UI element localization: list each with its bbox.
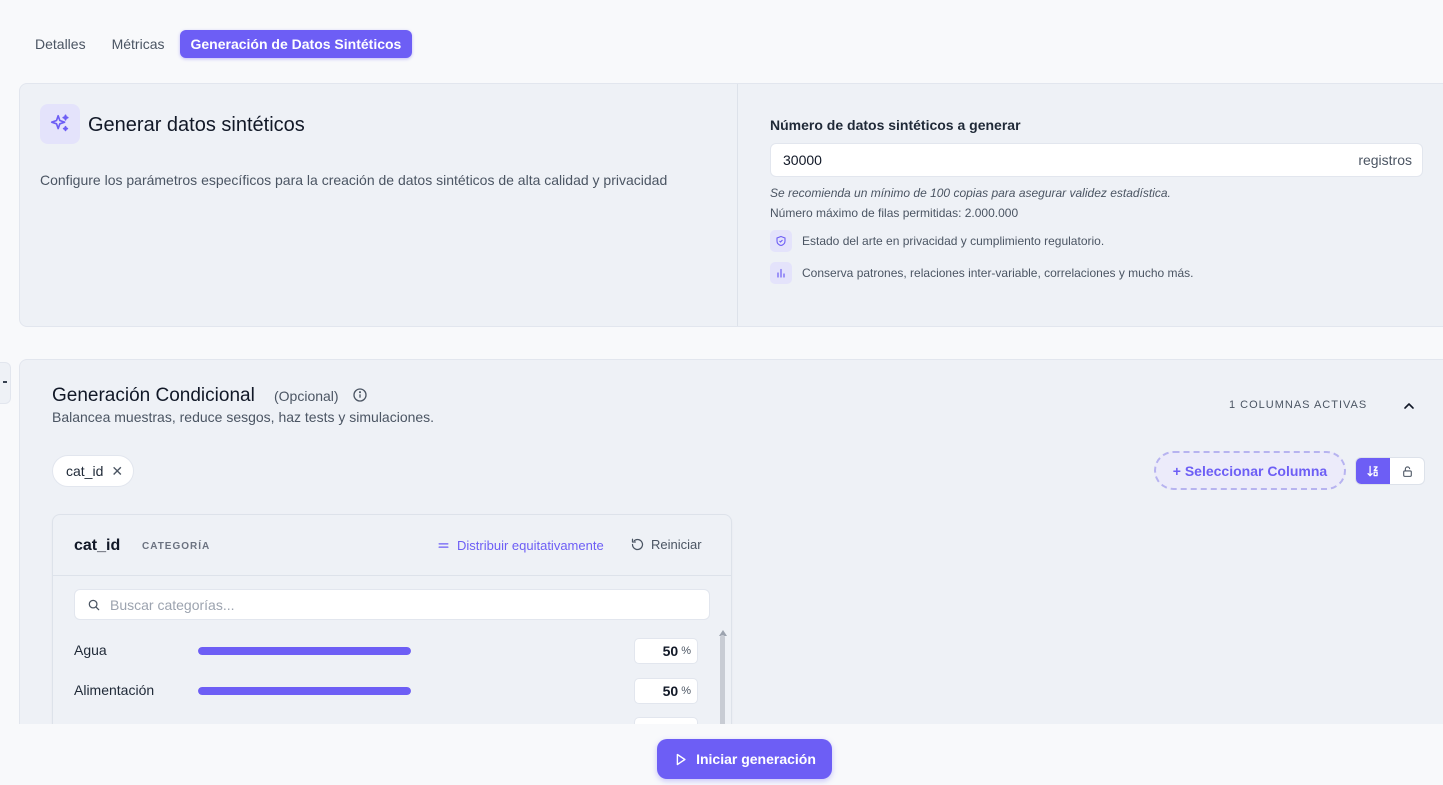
category-search-input[interactable] <box>110 596 700 613</box>
category-slider-fill <box>198 687 411 695</box>
start-generation-label: Iniciar generación <box>696 751 816 767</box>
conditional-card: Generación Condicional (Opcional) Balanc… <box>19 359 1443 726</box>
sparkles-icon <box>40 104 80 144</box>
feature-privacy: Estado del arte en privacidad y cumplimi… <box>770 230 1428 252</box>
column-chip-label: cat_id <box>66 463 104 479</box>
column-name: cat_id <box>74 537 121 554</box>
play-icon <box>676 753 686 765</box>
count-input[interactable]: 30000 registros <box>770 143 1423 177</box>
search-icon <box>88 599 100 610</box>
chevron-up-icon[interactable] <box>1401 398 1417 419</box>
bar-chart-icon <box>770 262 792 284</box>
tab-bar: Detalles Métricas Generación de Datos Si… <box>24 30 413 58</box>
category-percent-input[interactable]: 50 % <box>634 638 698 664</box>
generate-title: Generar datos sintéticos <box>88 114 305 136</box>
active-columns-count: 1 COLUMNAS ACTIVAS <box>1229 399 1368 411</box>
lock-icon[interactable] <box>1390 458 1424 484</box>
category-label: Alimentación <box>74 682 155 698</box>
percent-sign: % <box>681 645 691 657</box>
tab-generacion-datos-sinteticos[interactable]: Generación de Datos Sintéticos <box>179 30 413 58</box>
category-slider[interactable] <box>198 647 411 655</box>
close-icon[interactable]: ✕ <box>111 463 123 480</box>
generate-settings: Número de datos sintéticos a generar 300… <box>738 84 1443 326</box>
category-percent-input[interactable]: 50 % <box>634 678 698 704</box>
column-chip[interactable]: cat_id ✕ <box>52 455 135 487</box>
category-slider-fill <box>198 647 411 655</box>
generate-card: Generar datos sintéticos Configure los p… <box>19 83 1443 327</box>
reset-label: Reiniciar <box>651 537 702 552</box>
tab-metricas[interactable]: Métricas <box>101 30 176 58</box>
shield-icon <box>770 230 792 252</box>
category-row: Alimentación 50 % <box>74 678 698 704</box>
count-unit: registros <box>1358 152 1412 168</box>
category-slider[interactable] <box>198 687 411 695</box>
category-search <box>74 589 710 620</box>
info-icon[interactable] <box>352 387 368 408</box>
column-detail-card: cat_id CATEGORÍA Distribuir equitativame… <box>52 514 732 726</box>
side-panel-handle[interactable] <box>0 362 11 404</box>
reset-icon <box>631 538 644 551</box>
distribute-evenly-label: Distribuir equitativamente <box>457 538 604 553</box>
percent-sign: % <box>681 685 691 697</box>
sort-icon[interactable] <box>1356 458 1390 484</box>
category-percent-value: 50 <box>662 643 679 659</box>
category-label: Agua <box>74 642 107 658</box>
column-type-badge: CATEGORÍA <box>142 541 211 552</box>
column-detail-header: cat_id CATEGORÍA Distribuir equitativame… <box>53 515 731 576</box>
conditional-title: Generación Condicional <box>52 385 255 406</box>
generate-intro: Generar datos sintéticos Configure los p… <box>20 84 738 326</box>
category-row: Agua 50 % <box>74 638 698 664</box>
count-hint: Se recomienda un mínimo de 100 copias pa… <box>770 186 1171 200</box>
mode-toggle <box>1355 457 1425 485</box>
count-value: 30000 <box>783 152 822 168</box>
feature-patterns-text: Conserva patrones, relaciones inter-vari… <box>802 266 1194 280</box>
distribute-evenly-button[interactable]: Distribuir equitativamente <box>437 538 604 553</box>
feature-patterns: Conserva patrones, relaciones inter-vari… <box>770 262 1428 284</box>
max-rows-note: Número máximo de filas permitidas: 2.000… <box>770 206 1019 220</box>
generate-description: Configure los parámetros específicos par… <box>40 172 668 188</box>
reset-button[interactable]: Reiniciar <box>630 537 702 552</box>
select-column-button[interactable]: + Seleccionar Columna <box>1154 451 1346 490</box>
start-generation-button[interactable]: Iniciar generación <box>657 739 832 779</box>
tab-detalles[interactable]: Detalles <box>24 30 97 58</box>
equals-icon <box>438 543 449 548</box>
feature-privacy-text: Estado del arte en privacidad y cumplimi… <box>802 234 1105 248</box>
conditional-optional-tag: (Opcional) <box>274 388 339 404</box>
scrollbar-thumb[interactable] <box>720 635 725 726</box>
count-field-label: Número de datos sintéticos a generar <box>770 117 1021 133</box>
conditional-subtitle: Balancea muestras, reduce sesgos, haz te… <box>52 409 435 425</box>
category-percent-value: 50 <box>662 683 679 699</box>
